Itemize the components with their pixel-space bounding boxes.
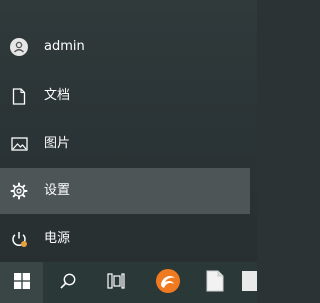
power-item[interactable]: 电源 [0,216,250,262]
generic-app-button[interactable] [240,262,257,303]
document-icon [9,86,29,106]
taskbar [0,262,257,303]
documents-label: 文档 [44,88,71,103]
browser-app-icon [155,268,181,298]
settings-label: 设置 [44,183,71,198]
task-view-button[interactable] [93,262,138,303]
power-icon [9,229,29,249]
documents-item[interactable]: 文档 [0,73,250,119]
account-item[interactable]: admin [0,24,250,70]
pictures-label: 图片 [44,136,71,151]
browser-app-button[interactable] [145,262,190,303]
power-label: 电源 [44,231,71,246]
windows-start-icon [13,272,30,293]
task-view-icon [106,272,125,294]
search-icon [59,272,77,294]
start-menu-panel: admin 文档 图片 设置 电源 [0,0,257,262]
settings-item[interactable]: 设置 [0,168,250,214]
notepad-app-button[interactable] [192,262,237,303]
generic-app-icon [240,270,257,296]
pictures-item[interactable]: 图片 [0,121,250,167]
notepad-icon [206,270,224,296]
user-avatar-icon [9,37,29,57]
search-button[interactable] [45,262,90,303]
picture-icon [9,134,29,154]
start-button[interactable] [0,262,43,303]
account-label: admin [44,39,85,54]
gear-icon [9,181,29,201]
